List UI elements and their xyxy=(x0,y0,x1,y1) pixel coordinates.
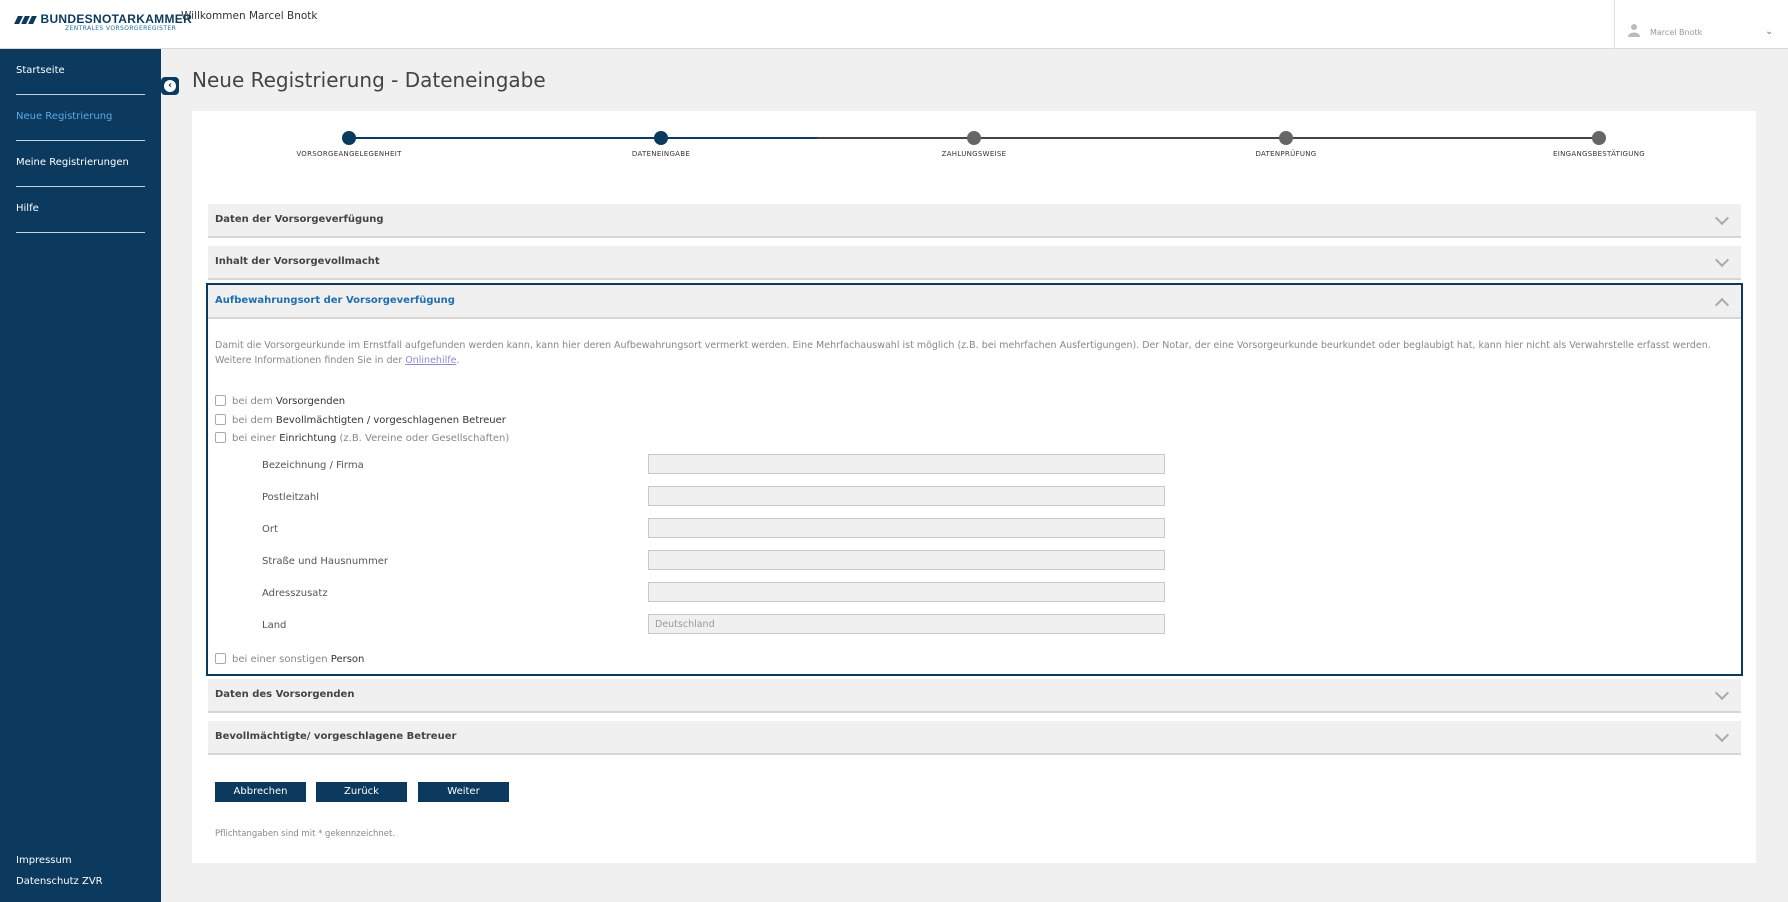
footer-link-datenschutz[interactable]: Datenschutz ZVR xyxy=(16,876,103,887)
section-aufbewahrungsort: Aufbewahrungsort der Vorsorgeverfügung D… xyxy=(206,283,1743,676)
land-input[interactable] xyxy=(648,614,1165,634)
chevron-up-icon xyxy=(1714,297,1730,313)
label-ort: Ort xyxy=(262,524,278,535)
footer-link-impressum[interactable]: Impressum xyxy=(16,855,72,866)
sidebar-item-neue-registrierung[interactable]: Neue Registrierung xyxy=(16,95,145,141)
section-title: Aufbewahrungsort der Vorsorgeverfügung xyxy=(215,295,455,306)
checkbox-bevollmaechtigten[interactable]: bei dem Bevollmächtigten / vorgeschlagen… xyxy=(215,414,506,426)
required-fields-note: Pflichtangaben sind mit * gekennzeichnet… xyxy=(215,829,396,839)
page-title: Neue Registrierung - Dateneingabe xyxy=(192,68,546,92)
section-daten-vorsorgenden[interactable]: Daten des Vorsorgenden xyxy=(208,679,1741,713)
section-title: Inhalt der Vorsorgevollmacht xyxy=(215,256,380,267)
cancel-button[interactable]: Abbrechen xyxy=(215,782,306,802)
strasse-input[interactable] xyxy=(648,550,1165,570)
bnotk-logo[interactable]: BUNDESNOTARKAMMER ZENTRALES VORSORGEREGI… xyxy=(14,12,193,32)
progress-stepper: VORSORGEANGELEGENHEIT DATENEINGABE ZAHLU… xyxy=(192,111,1756,171)
label-strasse: Straße und Hausnummer xyxy=(262,556,388,567)
back-button[interactable]: Zurück xyxy=(316,782,407,802)
chevron-down-icon xyxy=(1714,727,1730,743)
checkbox[interactable] xyxy=(215,653,226,664)
section-title: Bevollmächtigte/ vorgeschlagene Betreuer xyxy=(215,731,457,742)
checkbox-einrichtung[interactable]: bei einer Einrichtung (z.B. Vereine oder… xyxy=(215,432,509,444)
step-dot-1 xyxy=(342,131,356,145)
checkbox-vorsorgenden[interactable]: bei dem Vorsorgenden xyxy=(215,395,345,407)
bezeichnung-input[interactable] xyxy=(648,454,1165,474)
step-label-1: VORSORGEANGELEGENHEIT xyxy=(296,150,402,158)
section-inhalt-vorsorgevollmacht[interactable]: Inhalt der Vorsorgevollmacht xyxy=(208,246,1741,280)
user-name: Marcel Bnotk xyxy=(1650,28,1703,37)
label-land: Land xyxy=(262,620,287,631)
logo-subtitle: ZENTRALES VORSORGEREGISTER xyxy=(65,25,177,32)
section-title: Daten der Vorsorgeverfügung xyxy=(215,214,384,225)
step-label-3: ZAHLUNGSWEISE xyxy=(941,150,1007,158)
checkbox[interactable] xyxy=(215,432,226,443)
step-label-5: EINGANGSBESTÄTIGUNG xyxy=(1553,150,1645,158)
logo-title: BUNDESNOTARKAMMER xyxy=(40,12,193,26)
chevron-down-icon xyxy=(1714,252,1730,268)
stepper-line-done xyxy=(349,137,817,139)
checkbox[interactable] xyxy=(215,414,226,425)
step-dot-3 xyxy=(967,131,981,145)
online-help-link[interactable]: Onlinehilfe xyxy=(405,355,456,366)
step-dot-4 xyxy=(1279,131,1293,145)
next-button[interactable]: Weiter xyxy=(418,782,509,802)
checkbox-sonstige-person[interactable]: bei einer sonstigen Person xyxy=(215,653,364,665)
chevron-down-icon xyxy=(1714,210,1730,226)
step-dot-5 xyxy=(1592,131,1606,145)
user-icon xyxy=(1627,23,1641,40)
sidebar-item-startseite[interactable]: Startseite xyxy=(16,49,145,95)
registration-card: VORSORGEANGELEGENHEIT DATENEINGABE ZAHLU… xyxy=(192,111,1756,863)
checkbox[interactable] xyxy=(215,395,226,406)
chevron-down-icon[interactable]: ⌄ xyxy=(1765,26,1773,37)
sidebar-item-meine-registrierungen[interactable]: Meine Registrierungen xyxy=(16,141,145,187)
step-dot-2 xyxy=(654,131,668,145)
step-label-2: DATENEINGABE xyxy=(631,150,691,158)
label-bezeichnung: Bezeichnung / Firma xyxy=(262,460,364,471)
label-postleitzahl: Postleitzahl xyxy=(262,492,320,503)
top-bar: BUNDESNOTARKAMMER ZENTRALES VORSORGEREGI… xyxy=(0,0,1788,49)
chevron-down-icon xyxy=(1714,685,1730,701)
section-bevollmaechtigte[interactable]: Bevollmächtigte/ vorgeschlagene Betreuer xyxy=(208,721,1741,755)
stepper-line-pending xyxy=(817,137,1598,139)
welcome-text: Willkommen Marcel Bnotk xyxy=(181,10,318,22)
ort-input[interactable] xyxy=(648,518,1165,538)
sidebar-item-hilfe[interactable]: Hilfe xyxy=(16,187,145,233)
postleitzahl-input[interactable] xyxy=(648,486,1165,506)
sidebar: Startseite Neue Registrierung Meine Regi… xyxy=(0,49,161,902)
logo-stripes-icon xyxy=(14,14,37,27)
chevron-left-icon: ‹ xyxy=(164,80,176,92)
adresszusatz-input[interactable] xyxy=(648,582,1165,602)
section-aufbewahrungsort-header[interactable]: Aufbewahrungsort der Vorsorgeverfügung xyxy=(208,285,1741,319)
step-label-4: DATENPRÜFUNG xyxy=(1255,150,1317,158)
user-menu[interactable]: Marcel Bnotk ⌄ xyxy=(1614,0,1788,49)
section-daten-vorsorgeverfuegung[interactable]: Daten der Vorsorgeverfügung xyxy=(208,204,1741,238)
storage-description: Damit die Vorsorgeurkunde im Ernstfall a… xyxy=(215,340,1711,366)
label-adresszusatz: Adresszusatz xyxy=(262,588,328,599)
section-title: Daten des Vorsorgenden xyxy=(215,689,355,700)
sidebar-collapse-button[interactable]: ‹ xyxy=(161,77,179,95)
